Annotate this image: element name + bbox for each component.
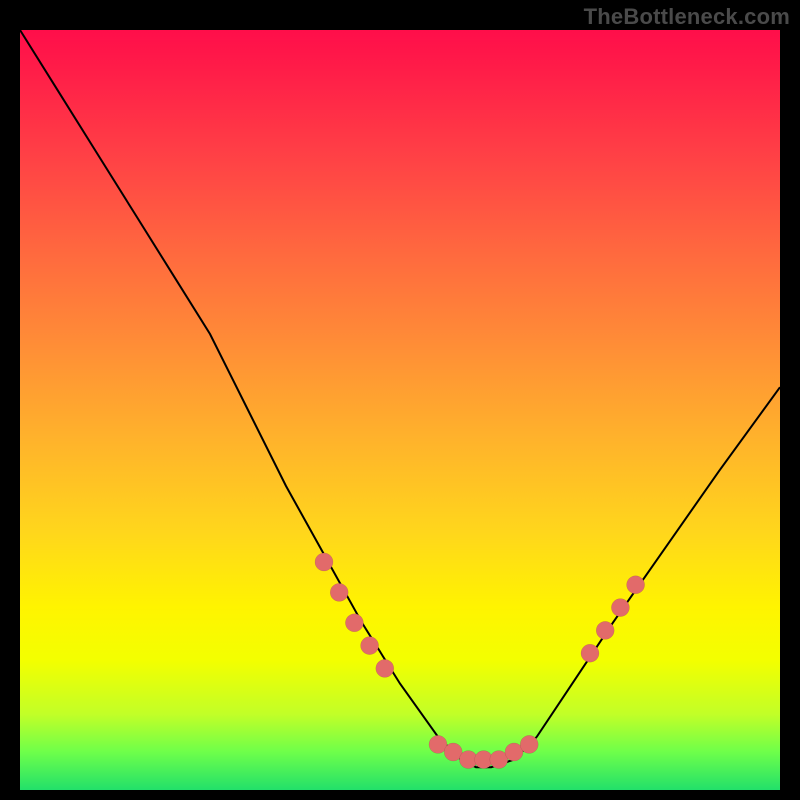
plot-area <box>20 30 780 790</box>
highlight-dots-group <box>315 553 645 769</box>
highlight-dot <box>581 644 599 662</box>
highlight-dot <box>376 659 394 677</box>
highlight-dot <box>596 621 614 639</box>
highlight-dot <box>330 583 348 601</box>
highlight-dot <box>520 735 538 753</box>
highlight-dot <box>315 553 333 571</box>
chart-svg <box>20 30 780 790</box>
bottleneck-curve <box>20 30 780 767</box>
highlight-dot <box>611 599 629 617</box>
highlight-dot <box>345 614 363 632</box>
watermark-text: TheBottleneck.com <box>584 4 790 30</box>
highlight-dot <box>361 637 379 655</box>
chart-frame: TheBottleneck.com <box>0 0 800 800</box>
highlight-dot <box>627 576 645 594</box>
